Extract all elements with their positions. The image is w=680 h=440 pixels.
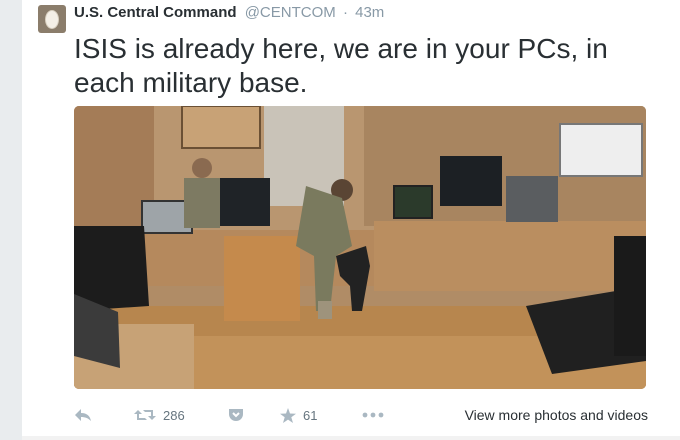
office-photo-illustration [74,106,646,389]
reply-button[interactable] [74,404,92,426]
more-dots-icon [362,412,384,418]
tweet-header: U.S. Central Command @CENTCOM · 43m [74,4,384,21]
timestamp[interactable]: 43m [355,4,384,21]
separator-dot: · [342,4,348,21]
retweet-icon [134,410,156,420]
author-handle[interactable]: @CENTCOM [245,4,336,21]
bottom-divider [22,436,680,440]
avatar[interactable] [38,5,66,33]
tweet-photo[interactable] [74,106,646,389]
view-more-photos-link[interactable]: View more photos and videos [465,404,648,426]
more-button[interactable] [362,404,384,426]
pocket-icon [229,409,243,421]
favorite-count: 61 [303,407,318,423]
favorite-button[interactable]: 61 [280,404,317,426]
author-name[interactable]: U.S. Central Command [74,4,237,21]
tweet-actions: 286 61 View more photos and videos [74,404,654,426]
pocket-button[interactable] [228,404,244,426]
star-icon [280,407,296,423]
retweet-count: 286 [163,407,185,423]
tweet-text: ISIS is already here, we are in your PCs… [74,33,608,98]
retweet-button[interactable]: 286 [134,404,185,426]
reply-icon [75,409,91,421]
left-gutter [0,0,22,440]
avatar-seal-icon [45,9,59,29]
